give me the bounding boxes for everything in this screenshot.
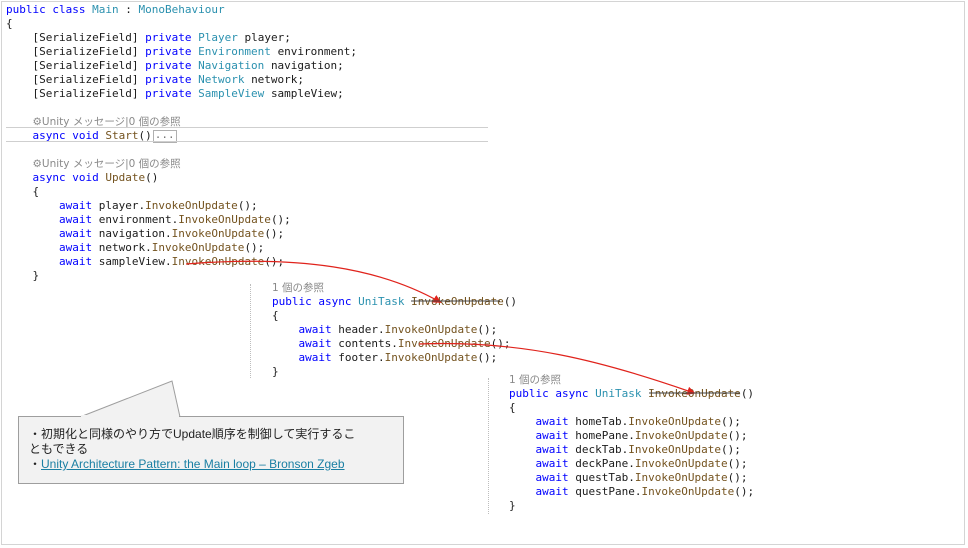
- flow-arrow-contents: [418, 342, 696, 395]
- reference-link[interactable]: Unity Architecture Pattern: the Main loo…: [41, 457, 345, 471]
- callout-note: ・初期化と同様のやり方でUpdate順序を制御して実行するこ ともできる ・Uni…: [18, 416, 404, 484]
- callout-link-row: ・Unity Architecture Pattern: the Main lo…: [29, 457, 345, 471]
- callout-text: ・初期化と同様のやり方でUpdate順序を制御して実行するこ ともできる: [29, 427, 356, 456]
- flow-arrow-sampleview: [185, 260, 442, 303]
- callout-pointer-cover: [81, 415, 179, 418]
- callout-pointer: [79, 380, 181, 418]
